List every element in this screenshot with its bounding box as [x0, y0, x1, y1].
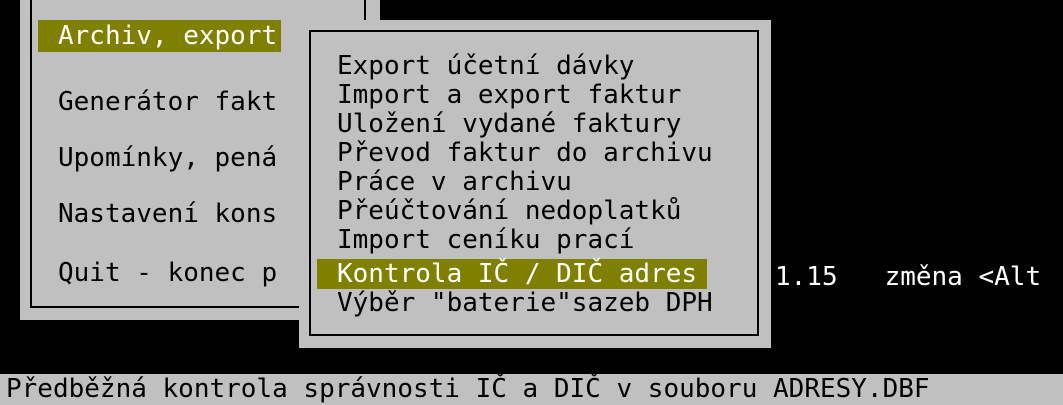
submenu-item-kontrola-ic-dic[interactable]: Kontrola IČ / DIČ adres — [317, 259, 708, 289]
main-menu-item-generator[interactable]: Generátor fakt — [38, 86, 281, 118]
background-info-text: 1.15 změna <Alt — [775, 262, 1042, 292]
main-menu-item-archiv-export[interactable]: Archiv, export — [38, 20, 282, 52]
submenu-item-import-export-faktur[interactable]: Import a export faktur — [317, 80, 691, 110]
submenu-item-ulozeni-vydane-faktury[interactable]: Uložení vydané faktury — [317, 109, 691, 139]
submenu-item-prace-v-archivu[interactable]: Práce v archivu — [317, 167, 582, 197]
main-menu-item-nastaveni[interactable]: Nastavení kons — [38, 198, 281, 230]
submenu-item-export-ucetni-davky[interactable]: Export účetní dávky — [317, 51, 644, 81]
submenu-item-import-ceniku-praci[interactable]: Import ceníku prací — [317, 225, 644, 255]
submenu-item-vyber-baterie-sazeb[interactable]: Výběr "baterie"sazeb DPH — [317, 288, 723, 318]
status-line: Předběžná kontrola správnosti IČ a DIČ v… — [0, 374, 1063, 405]
main-menu-item-upominky[interactable]: Upomínky, pená — [38, 142, 281, 174]
submenu-panel: Export účetní dávky Import a export fakt… — [299, 20, 771, 348]
submenu-item-prevod-faktur[interactable]: Převod faktur do archivu — [317, 138, 723, 168]
main-menu-item-quit[interactable]: Quit - konec p — [38, 257, 281, 289]
submenu-item-preuctovani-nedoplatku[interactable]: Přeúčtování nedoplatků — [317, 196, 691, 226]
